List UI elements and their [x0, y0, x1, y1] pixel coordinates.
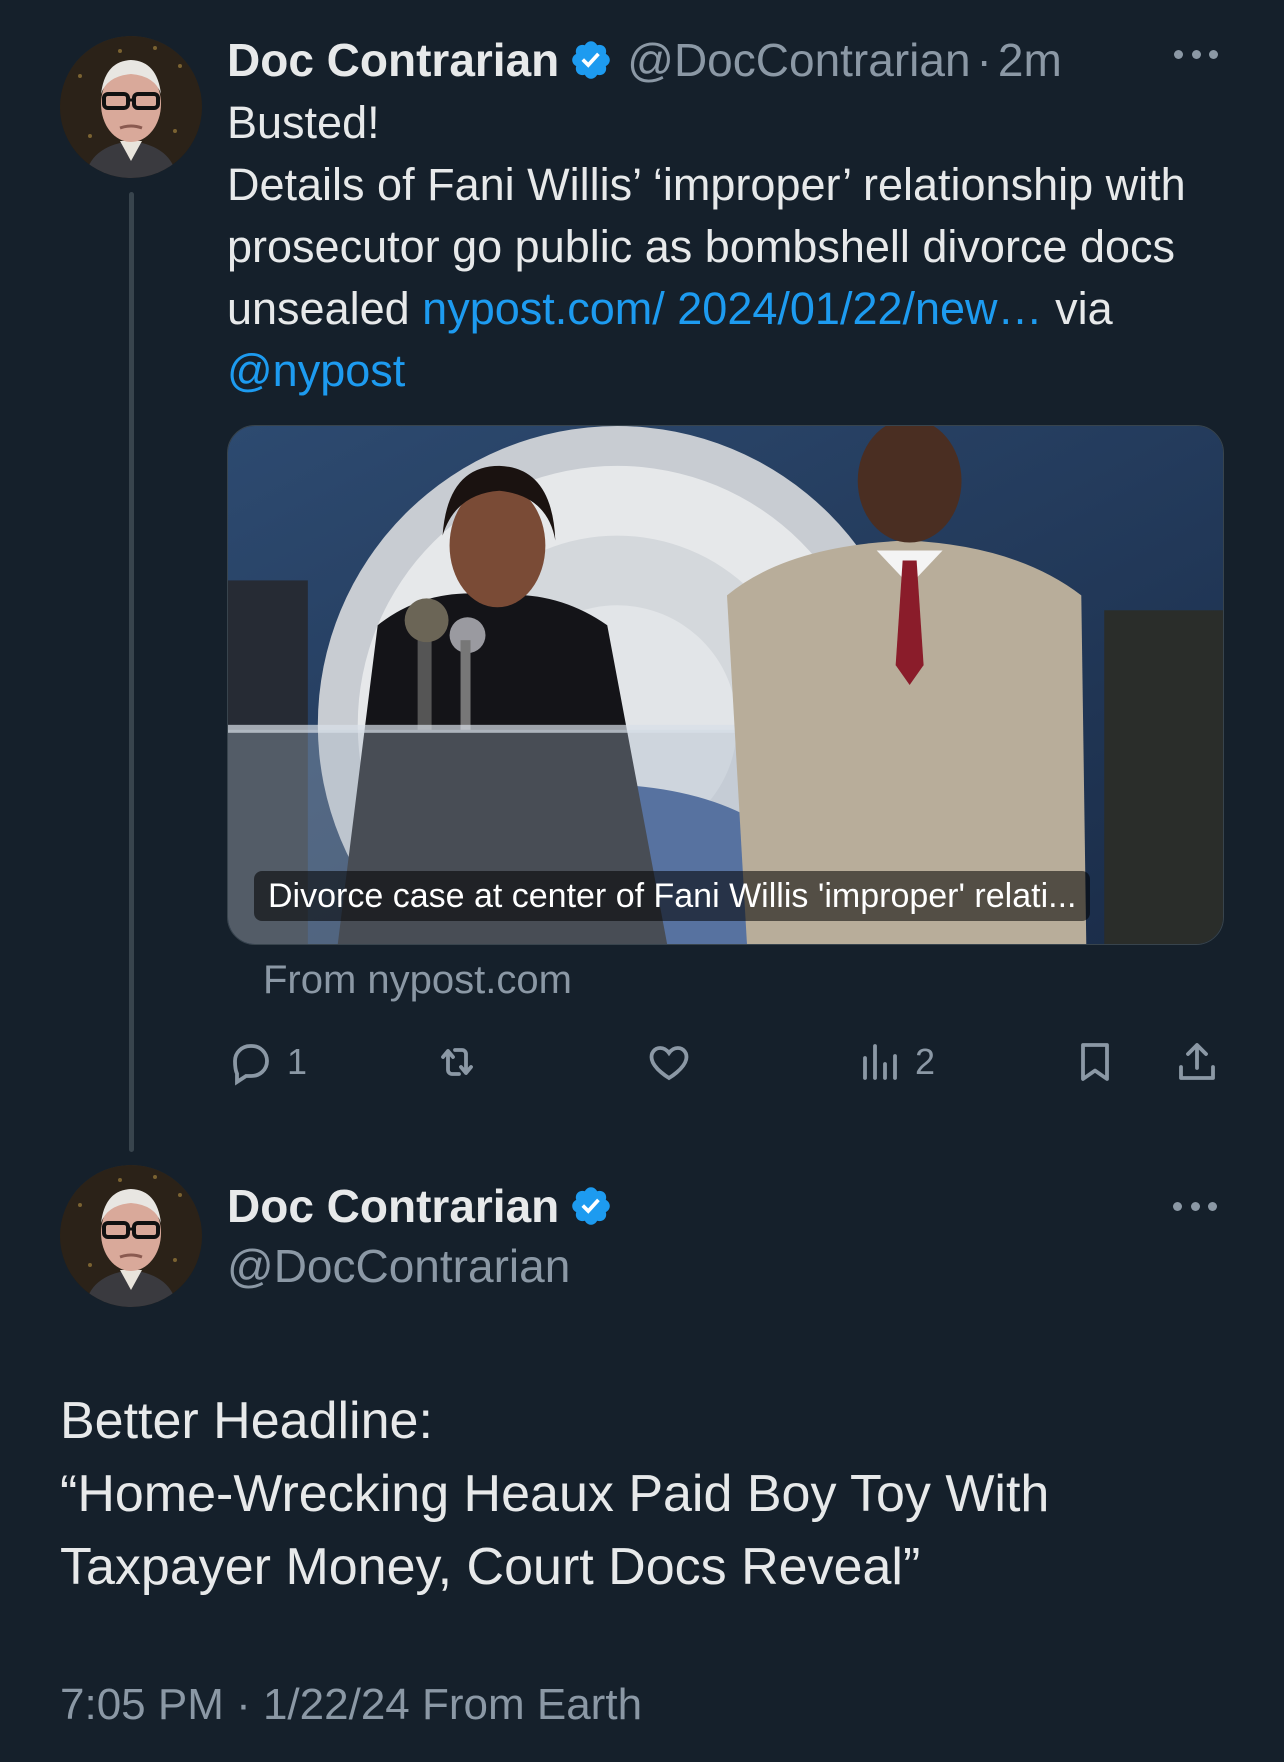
tweet-header: Doc Contrarian	[227, 1176, 627, 1236]
heart-icon	[649, 1046, 689, 1081]
retweet-button[interactable]	[433, 1032, 493, 1092]
avatar[interactable]	[60, 1165, 202, 1307]
avatar[interactable]	[60, 36, 202, 178]
card-source[interactable]: From nypost.com	[263, 958, 572, 1003]
link-preview-card[interactable]: Divorce case at center of Fani Willis 'i…	[227, 425, 1224, 945]
tweet-header: Doc Contrarian @DocContrarian · 2m	[227, 30, 1062, 90]
author-handle[interactable]: @DocContrarian	[227, 1236, 570, 1296]
views-count: 2	[915, 1041, 936, 1082]
timestamp[interactable]: 2m	[998, 33, 1062, 87]
article-link[interactable]: nypost.com/ 2024/01/22/new…	[422, 283, 1042, 334]
tweet-text-line: Busted!	[227, 97, 380, 148]
mention-link[interactable]: @nypost	[227, 345, 405, 396]
retweet-icon	[441, 1048, 473, 1076]
tweet-text-paragraph: Details of Fani Willis’ ‘improper’ relat…	[227, 154, 1227, 402]
verified-badge-icon[interactable]	[569, 1184, 613, 1228]
author-name[interactable]: Doc Contrarian	[227, 33, 559, 87]
article-image	[228, 426, 1223, 944]
share-icon	[1179, 1043, 1215, 1080]
verified-badge-icon[interactable]	[569, 38, 613, 82]
reply-icon	[233, 1044, 269, 1086]
tweet-text: Better Headline: “Home-Wrecking Heaux Pa…	[60, 1385, 1240, 1604]
share-button[interactable]	[1173, 1032, 1221, 1092]
analytics-icon	[863, 1044, 897, 1080]
via-text: via	[1042, 283, 1113, 334]
author-handle[interactable]: @DocContrarian	[627, 33, 970, 87]
avatar-portrait	[60, 1165, 202, 1307]
more-options-icon[interactable]	[1173, 1199, 1217, 1213]
reply-count: 1	[287, 1041, 308, 1082]
author-name[interactable]: Doc Contrarian	[227, 1179, 559, 1233]
tweet-text-line: “Home-Wrecking Heaux Paid Boy Toy With T…	[60, 1465, 1050, 1596]
thread-connector-line	[129, 192, 134, 1152]
tweet-timestamp-meta[interactable]: 7:05 PM · 1/22/24 From Earth	[60, 1680, 642, 1730]
separator-dot: ·	[976, 34, 992, 86]
tweet-text-line: Better Headline:	[60, 1392, 433, 1450]
avatar-portrait	[60, 36, 202, 178]
views-button[interactable]: 2	[855, 1032, 935, 1092]
more-options-icon[interactable]	[1174, 47, 1218, 61]
bookmark-button[interactable]	[1071, 1032, 1119, 1092]
reply-button[interactable]: 1	[227, 1032, 307, 1092]
like-button[interactable]	[645, 1032, 705, 1092]
bookmark-icon	[1081, 1043, 1109, 1081]
tweet-actions: 1 2	[227, 1032, 1224, 1092]
tweet-text: Busted! Details of Fani Willis’ ‘imprope…	[227, 92, 1227, 402]
card-caption: Divorce case at center of Fani Willis 'i…	[254, 871, 1091, 921]
